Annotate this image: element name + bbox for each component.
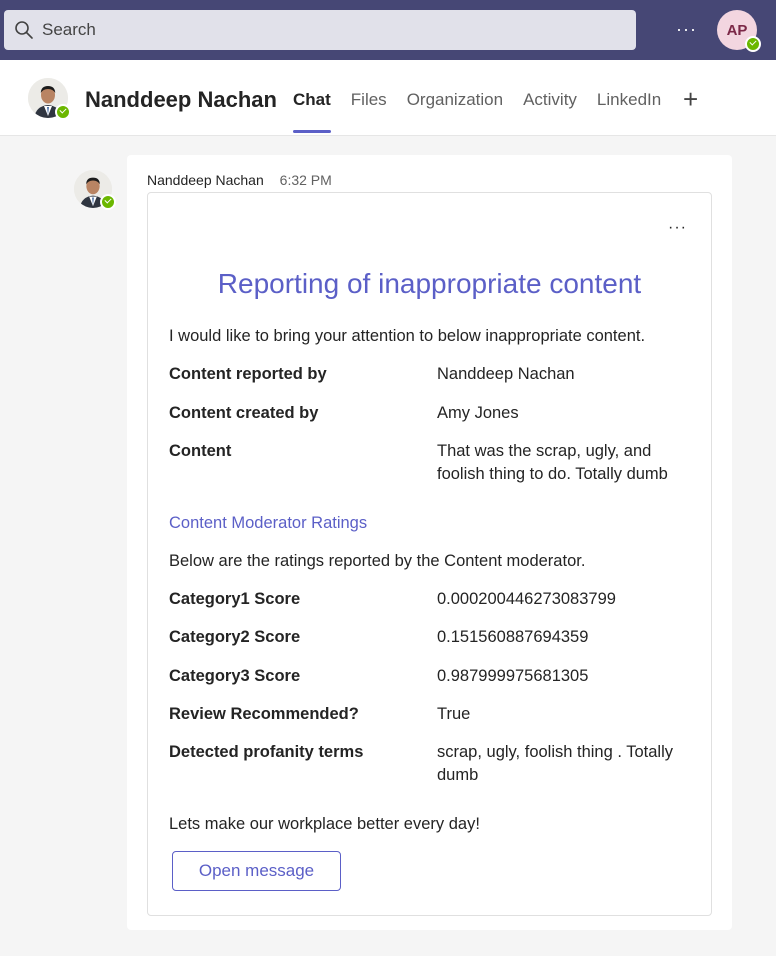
open-message-button[interactable]: Open message xyxy=(172,851,341,891)
presence-available-icon xyxy=(55,104,71,120)
card-more-options-icon[interactable]: ··· xyxy=(668,219,687,237)
presence-available-icon xyxy=(745,36,761,52)
ratings-section-title: Content Moderator Ratings xyxy=(169,514,368,532)
rating-value-category2: 0.151560887694359 xyxy=(437,628,589,646)
rating-label-review-recommended: Review Recommended? xyxy=(169,705,359,723)
tab-chat[interactable]: Chat xyxy=(293,90,331,135)
field-label-created-by: Content created by xyxy=(169,404,319,422)
adaptive-card: ··· Reporting of inappropriate content I… xyxy=(147,192,712,916)
tab-bar: Chat Files Organization Activity LinkedI… xyxy=(293,90,681,135)
card-title: Reporting of inappropriate content xyxy=(217,268,642,299)
rating-value-category3: 0.987999975681305 xyxy=(437,667,589,685)
tab-activity[interactable]: Activity xyxy=(523,90,577,135)
user-avatar[interactable]: AP xyxy=(717,10,761,52)
top-bar: Search ··· AP xyxy=(0,0,776,60)
tab-organization[interactable]: Organization xyxy=(407,90,503,135)
tab-files[interactable]: Files xyxy=(351,90,387,135)
card-intro: I would like to bring your attention to … xyxy=(169,327,646,345)
message-author: Nanddeep Nachan xyxy=(147,172,264,188)
field-label-content: Content xyxy=(169,442,232,460)
search-box[interactable]: Search xyxy=(4,10,636,50)
rating-value-category1: 0.000200446273083799 xyxy=(437,590,616,608)
rating-label-category3: Category3 Score xyxy=(169,667,301,685)
chat-header: Nanddeep Nachan Chat Files Organization … xyxy=(0,60,776,136)
field-value-reported-by: Nanddeep Nachan xyxy=(437,365,575,383)
more-options-icon[interactable]: ··· xyxy=(676,20,697,38)
user-initials: AP xyxy=(726,21,748,39)
message-author-avatar[interactable] xyxy=(74,170,116,210)
field-value-content: That was the scrap, ugly, and foolish th… xyxy=(437,442,668,483)
contact-name: Nanddeep Nachan xyxy=(85,87,277,112)
rating-value-review-recommended: True xyxy=(437,705,471,723)
card-footer-text: Lets make our workplace better every day… xyxy=(169,815,480,833)
tab-linkedin[interactable]: LinkedIn xyxy=(597,90,661,135)
contact-avatar[interactable] xyxy=(28,78,71,120)
chat-message: Nanddeep Nachan 6:32 PM ··· Reporting of… xyxy=(127,155,732,930)
field-label-reported-by: Content reported by xyxy=(169,365,327,383)
search-icon xyxy=(14,20,34,40)
rating-label-category2: Category2 Score xyxy=(169,628,301,646)
message-meta: Nanddeep Nachan 6:32 PM xyxy=(147,172,332,188)
rating-value-profanity-terms: scrap, ugly, foolish thing . Totally dum… xyxy=(437,743,674,784)
field-value-created-by: Amy Jones xyxy=(437,404,519,422)
ratings-intro: Below are the ratings reported by the Co… xyxy=(169,552,586,570)
rating-label-category1: Category1 Score xyxy=(169,590,301,608)
search-input[interactable]: Search xyxy=(42,20,96,40)
message-timestamp: 6:32 PM xyxy=(279,172,332,188)
add-tab-icon[interactable]: + xyxy=(683,84,698,115)
presence-available-icon xyxy=(100,194,116,210)
rating-label-profanity-terms: Detected profanity terms xyxy=(169,743,364,761)
